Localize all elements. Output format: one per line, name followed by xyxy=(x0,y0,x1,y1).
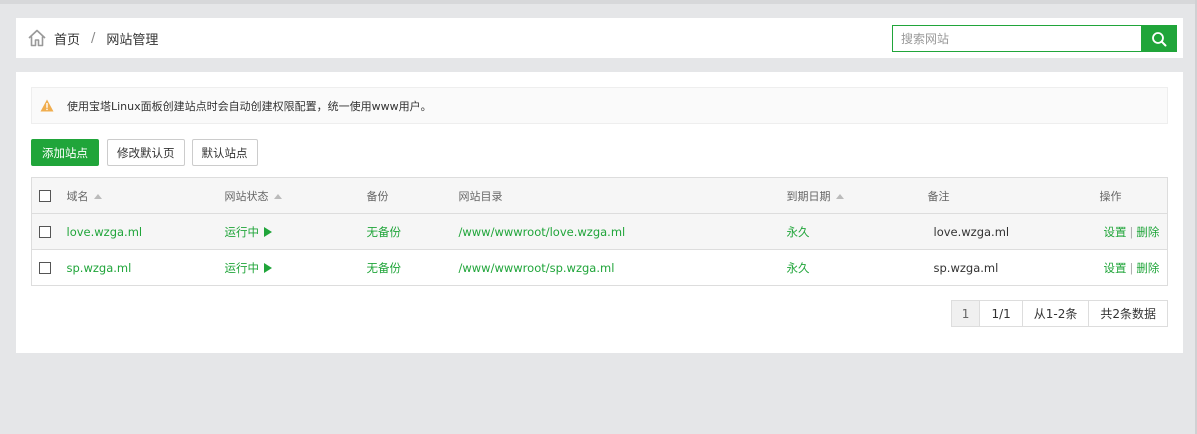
settings-link[interactable]: 设置 xyxy=(1104,225,1127,239)
default-site-button[interactable]: 默认站点 xyxy=(191,139,258,166)
notice-bar: 使用宝塔Linux面板创建站点时会自动创建权限配置，统一使用www用户。 xyxy=(31,87,1168,124)
toolbar: 添加站点 修改默认页 默认站点 xyxy=(31,139,265,166)
site-status-label: 运行中 xyxy=(224,260,260,275)
search-icon xyxy=(1151,31,1167,47)
site-domain-link[interactable]: love.wzga.ml xyxy=(67,225,143,239)
table-row: love.wzga.ml 运行中 无备份 /www/wwwroot/love.w… xyxy=(31,213,1168,250)
pagination-total: 共2条数据 xyxy=(1100,307,1156,321)
select-all-checkbox[interactable] xyxy=(39,190,51,202)
breadcrumb-current: 网站管理 xyxy=(106,32,159,48)
play-icon xyxy=(264,226,272,237)
site-path-link[interactable]: /www/wwwroot/sp.wzga.ml xyxy=(459,261,615,275)
breadcrumb-separator: / xyxy=(91,30,96,46)
column-note: 备注 xyxy=(927,177,1100,214)
breadcrumb: 首页 / 网站管理 xyxy=(27,28,158,48)
column-path: 网站目录 xyxy=(458,177,787,214)
row-checkbox[interactable] xyxy=(39,226,51,238)
table-header-row: 域名 网站状态 备份 网站目录 到期日期 备注 操作 xyxy=(31,177,1168,214)
search-box xyxy=(892,25,1177,52)
warning-icon xyxy=(40,99,54,112)
action-separator: | xyxy=(1129,260,1134,275)
modify-default-page-button[interactable]: 修改默认页 xyxy=(107,139,185,166)
pagination-range[interactable]: 从1-2条 xyxy=(1023,301,1090,326)
delete-link[interactable]: 删除 xyxy=(1136,225,1159,239)
add-site-button[interactable]: 添加站点 xyxy=(31,139,99,166)
pagination-current-page: 1 xyxy=(951,301,981,326)
site-backup[interactable]: 无备份 xyxy=(366,249,459,286)
header-bar: 首页 / 网站管理 xyxy=(16,18,1183,58)
sort-arrow-icon xyxy=(835,193,844,199)
site-note[interactable]: love.wzga.ml xyxy=(927,213,1100,250)
notice-text: 使用宝塔Linux面板创建站点时会自动创建权限配置，统一使用www用户。 xyxy=(67,99,432,113)
column-status-label: 网站状态 xyxy=(224,189,269,203)
play-icon xyxy=(264,262,272,273)
column-actions: 操作 xyxy=(1099,177,1168,214)
site-status[interactable]: 运行中 xyxy=(224,249,367,286)
column-expiry[interactable]: 到期日期 xyxy=(786,177,928,214)
search-input[interactable] xyxy=(892,25,1141,52)
search-button[interactable] xyxy=(1141,25,1177,52)
row-checkbox[interactable] xyxy=(39,262,51,274)
table-row: sp.wzga.ml 运行中 无备份 /www/wwwroot/sp.wzga.… xyxy=(31,249,1168,286)
top-border xyxy=(0,0,1197,4)
delete-link[interactable]: 删除 xyxy=(1136,261,1159,275)
column-status[interactable]: 网站状态 xyxy=(224,177,367,214)
column-backup: 备份 xyxy=(366,177,459,214)
sort-arrow-icon xyxy=(273,193,282,199)
breadcrumb-home[interactable]: 首页 xyxy=(54,29,80,48)
pagination-pages[interactable]: 1/1 xyxy=(980,301,1023,326)
site-domain-link[interactable]: sp.wzga.ml xyxy=(67,261,132,275)
site-note[interactable]: sp.wzga.ml xyxy=(927,249,1100,286)
column-domain-label: 域名 xyxy=(66,189,89,203)
site-table: 域名 网站状态 备份 网站目录 到期日期 备注 操作 love.wzga.ml … xyxy=(31,177,1168,286)
home-icon[interactable] xyxy=(27,28,47,48)
column-expiry-label: 到期日期 xyxy=(786,189,831,203)
site-status[interactable]: 运行中 xyxy=(224,213,367,250)
action-separator: | xyxy=(1129,224,1134,239)
site-panel: 使用宝塔Linux面板创建站点时会自动创建权限配置，统一使用www用户。 添加站… xyxy=(16,72,1183,353)
site-status-label: 运行中 xyxy=(224,224,260,239)
column-domain[interactable]: 域名 xyxy=(66,177,225,214)
site-backup[interactable]: 无备份 xyxy=(366,213,459,250)
settings-link[interactable]: 设置 xyxy=(1104,261,1127,275)
pagination: 1 1/1 从1-2条 共2条数据 xyxy=(950,300,1168,327)
sort-arrow-icon xyxy=(93,193,102,199)
site-expiry[interactable]: 永久 xyxy=(786,213,928,250)
site-path-link[interactable]: /www/wwwroot/love.wzga.ml xyxy=(459,225,626,239)
site-expiry[interactable]: 永久 xyxy=(786,249,928,286)
